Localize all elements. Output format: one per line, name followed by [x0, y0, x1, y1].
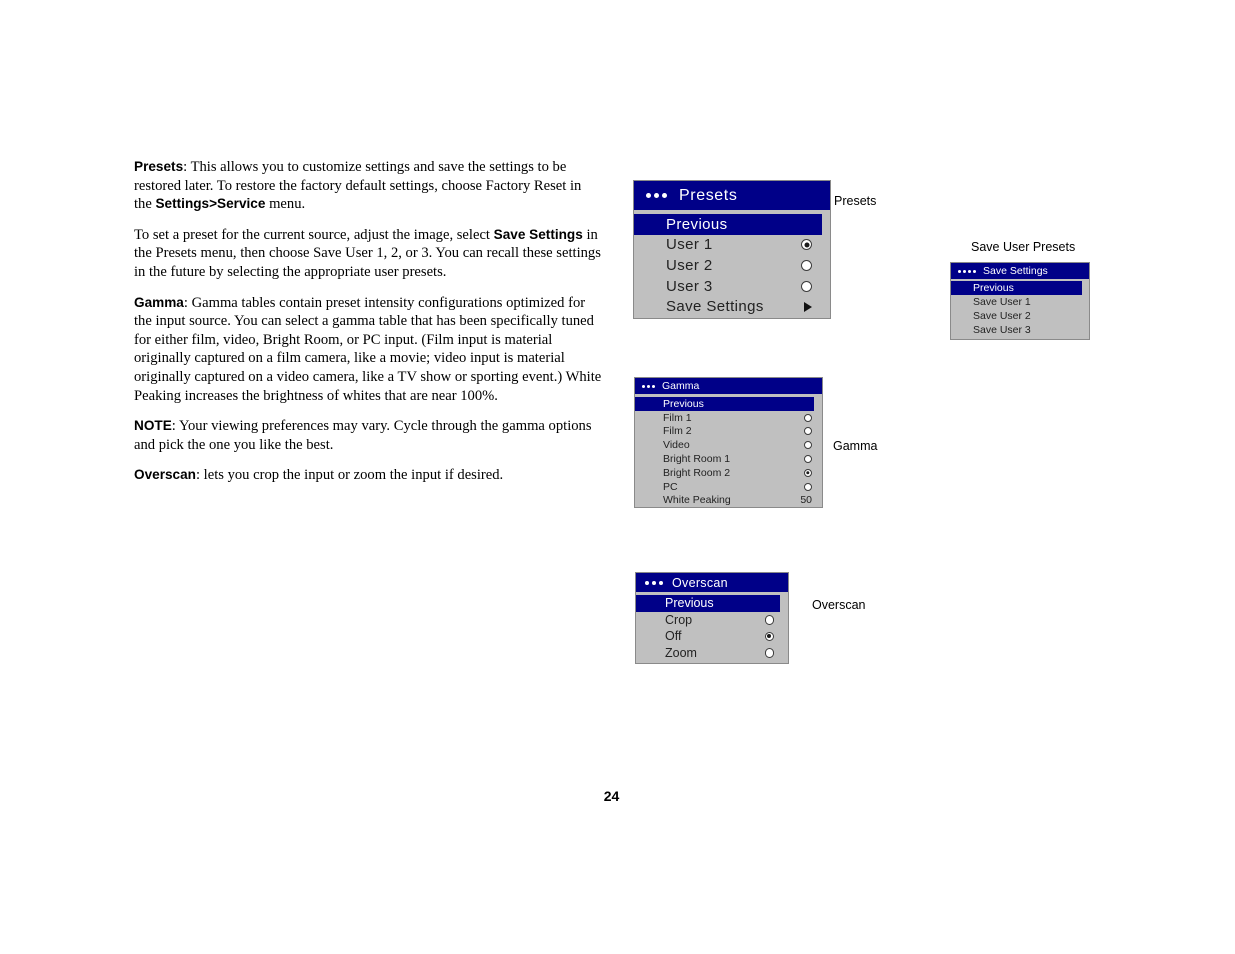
breadcrumb-dots-icon	[642, 384, 655, 388]
paragraph: Presets: This allows you to customize se…	[134, 159, 582, 213]
radio-unselected-icon[interactable]	[801, 280, 812, 292]
gamma-item-bright-room-1[interactable]: Bright Room 1	[635, 452, 822, 466]
presets-item-previous[interactable]: Previous	[634, 214, 822, 235]
radio-unselected-icon[interactable]	[804, 482, 812, 491]
menu-item-label: Zoom	[665, 646, 697, 661]
menu-item-label: User 3	[666, 277, 713, 295]
presets-menu-titlebar: Presets	[634, 181, 830, 210]
paragraph-lead-term: Overscan	[134, 467, 196, 483]
caption-presets: Presets	[834, 194, 877, 208]
menu-item-label: Bright Room 1	[663, 453, 731, 466]
gamma-item-film-2[interactable]: Film 2	[635, 425, 822, 439]
gamma-item-video[interactable]: Video	[635, 438, 822, 452]
save-settings-item-save-user-1[interactable]: Save User 1	[951, 295, 1089, 309]
menu-item-label: Save User 1	[973, 296, 1031, 308]
menu-item-label: Bright Room 2	[663, 466, 731, 479]
menu-item-label: Previous	[973, 282, 1014, 294]
presets-osd-menu[interactable]: Presets Previous User 1 User 2 User 3 Save S…	[633, 180, 831, 319]
paragraph-lead-term: NOTE	[134, 418, 172, 434]
paragraph: Gamma: Gamma tables contain preset inten…	[134, 294, 602, 404]
gamma-item-white-peaking[interactable]: White Peaking 50	[635, 494, 822, 508]
breadcrumb-dots-icon	[646, 193, 667, 198]
submenu-arrow-icon[interactable]	[804, 301, 812, 312]
page-number: 24	[603, 788, 620, 804]
menu-item-label: Crop	[665, 612, 693, 627]
overscan-menu-titlebar: Overscan	[636, 573, 788, 592]
caption-save-user-presets: Save User Presets	[971, 240, 1076, 254]
gamma-menu-titlebar: Gamma	[635, 378, 822, 394]
menu-item-label: Video	[663, 439, 690, 452]
save-settings-menu-items: Previous Save User 1 Save User 2 Save User …	[951, 279, 1089, 337]
menu-item-label: Film 2	[663, 425, 692, 438]
menu-item-label: User 1	[666, 236, 713, 254]
menu-item-label: Off	[665, 629, 682, 644]
paragraph-lead-term: Gamma	[134, 294, 184, 310]
menu-item-label: Save Settings	[666, 298, 764, 316]
menu-item-label: User 2	[666, 256, 713, 274]
menu-item-label: PC	[663, 480, 678, 493]
presets-menu-title: Presets	[679, 186, 738, 204]
save-settings-menu-titlebar: Save Settings	[951, 263, 1089, 279]
paragraph: Overscan: lets you crop the input or zoo…	[134, 467, 504, 484]
menu-item-value: 50	[800, 494, 812, 507]
gamma-item-film-1[interactable]: Film 1	[635, 411, 822, 425]
radio-unselected-icon[interactable]	[804, 441, 812, 450]
overscan-osd-menu[interactable]: Overscan Previous Crop Off Zoom	[635, 572, 789, 664]
presets-item-save-settings[interactable]: Save Settings	[634, 296, 830, 317]
save-settings-item-previous[interactable]: Previous	[951, 281, 1082, 295]
overscan-item-off[interactable]: Off	[636, 628, 788, 645]
gamma-item-pc[interactable]: PC	[635, 480, 822, 494]
radio-selected-icon[interactable]	[764, 631, 774, 642]
radio-selected-icon[interactable]	[804, 468, 812, 477]
radio-unselected-icon[interactable]	[804, 427, 812, 436]
document-body-text: Presets: This allows you to customize se…	[134, 158, 602, 485]
presets-item-user-3[interactable]: User 3	[634, 276, 830, 297]
overscan-item-previous[interactable]: Previous	[636, 595, 780, 612]
gamma-osd-menu[interactable]: Gamma Previous Film 1 Film 2 Video Bright Ro…	[634, 377, 823, 508]
radio-selected-icon[interactable]	[801, 239, 812, 251]
menu-item-label: Previous	[663, 397, 704, 410]
gamma-item-previous[interactable]: Previous	[635, 397, 814, 411]
inline-bold-term: Settings>Service	[155, 196, 266, 212]
save-settings-osd-menu[interactable]: Save Settings Previous Save User 1 Save Us…	[950, 262, 1090, 340]
paragraph: To set a preset for the current source, …	[134, 226, 601, 280]
paragraph-lead-term: Presets	[134, 159, 184, 174]
menu-item-label: Film 1	[663, 411, 692, 424]
presets-item-user-2[interactable]: User 2	[634, 255, 830, 276]
save-settings-item-save-user-3[interactable]: Save User 3	[951, 323, 1089, 337]
gamma-menu-title: Gamma	[662, 380, 700, 392]
save-settings-item-save-user-2[interactable]: Save User 2	[951, 309, 1089, 323]
overscan-item-crop[interactable]: Crop	[636, 612, 788, 629]
radio-unselected-icon[interactable]	[804, 413, 812, 422]
gamma-menu-items: Previous Film 1 Film 2 Video Bright Room 1 Br…	[635, 394, 822, 507]
overscan-menu-title: Overscan	[672, 575, 728, 590]
menu-item-label: White Peaking	[663, 494, 731, 507]
menu-item-label: Previous	[665, 596, 714, 611]
menu-item-label: Save User 2	[973, 310, 1031, 322]
save-settings-menu-title: Save Settings	[983, 265, 1048, 277]
breadcrumb-dots-icon	[645, 580, 663, 585]
radio-unselected-icon[interactable]	[764, 615, 774, 625]
radio-unselected-icon[interactable]	[804, 455, 812, 464]
menu-item-label: Previous	[666, 215, 728, 233]
caption-gamma: Gamma	[833, 439, 878, 453]
breadcrumb-dots-icon	[958, 269, 976, 273]
inline-bold-term: Save Settings	[493, 226, 583, 242]
menu-item-label: Save User 3	[973, 324, 1031, 336]
radio-unselected-icon[interactable]	[801, 259, 812, 271]
gamma-item-bright-room-2[interactable]: Bright Room 2	[635, 466, 822, 480]
caption-overscan: Overscan	[812, 598, 866, 612]
presets-menu-items: Previous User 1 User 2 User 3 Save Settings	[634, 210, 830, 317]
overscan-item-zoom[interactable]: Zoom	[636, 645, 788, 662]
radio-unselected-icon[interactable]	[764, 648, 774, 658]
paragraph: NOTE: Your viewing preferences may vary.…	[134, 418, 592, 453]
overscan-menu-items: Previous Crop Off Zoom	[636, 592, 788, 661]
presets-item-user-1[interactable]: User 1	[634, 235, 830, 256]
